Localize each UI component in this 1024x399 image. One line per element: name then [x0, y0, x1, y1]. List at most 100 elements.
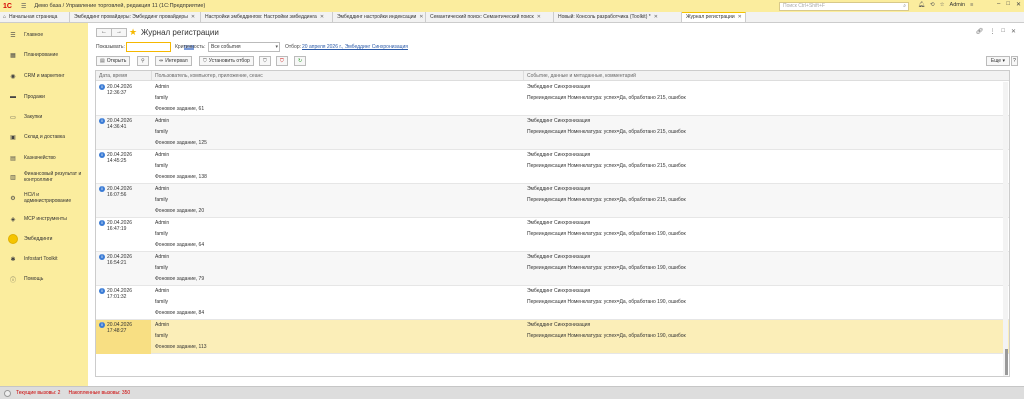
close-icon[interactable]: ✕ [1016, 1, 1021, 8]
column-header-event[interactable]: Событие, данные и метаданные, комментари… [527, 73, 636, 79]
treasury-icon: ▤ [10, 155, 16, 162]
interval-icon: ⇹ [159, 58, 164, 64]
user-cell: Admin [155, 254, 170, 260]
window-title: Демо база / Управление торговлей, редакц… [34, 3, 206, 9]
tab-embedding-providers[interactable]: Эмбеддинг провайдеры: Эмбеддинг провайде… [70, 12, 201, 22]
global-search-input[interactable]: Поиск Ctrl+Shift+F ⌕ [779, 2, 909, 11]
tab-label: Семантический поиск: Семантический поиск [430, 13, 534, 20]
link-icon[interactable]: 🔗︎ [976, 28, 984, 35]
current-user[interactable]: Admin [950, 2, 966, 8]
menu-icon[interactable]: ☰ [21, 3, 26, 10]
table-row-selected[interactable]: i 20.04.2026 17:48:27 Admin family Фоново… [96, 320, 1009, 354]
refresh-icon: ↻ [298, 58, 303, 64]
filter-by-value-button[interactable]: ⛉ [259, 56, 271, 66]
clear-filter-button[interactable]: ⛉ [276, 56, 288, 66]
sidebar-item-finance[interactable]: ▥ Финансовый результат и контроллинг [0, 168, 88, 186]
table-row[interactable]: i 20.04.2026 12:36:37 Admin family Фоново… [96, 82, 1009, 116]
refresh-button[interactable]: ↻ [294, 56, 306, 66]
sidebar-item-help[interactable]: ⓘ Помощь [0, 272, 88, 286]
set-filter-button-label: Установить отбор [208, 58, 250, 64]
interval-button[interactable]: ⇹ Интервал [155, 56, 192, 66]
session-cell: Фоновое задание, 84 [155, 310, 205, 316]
computer-cell: family [155, 129, 169, 135]
tab-indexing-settings[interactable]: Эмбеддинг настройки индексации ✕ [333, 12, 426, 22]
date-cell: i 20.04.2026 16:54:21 [96, 252, 151, 286]
interval-button-label: Интервал [165, 58, 188, 64]
comment-cell: Переиндексация Номенклатура: успех=Да, о… [527, 265, 686, 271]
close-tab-icon[interactable]: ✕ [419, 12, 423, 22]
close-tab-icon[interactable]: ✕ [654, 12, 658, 22]
history-icon[interactable]: ⟲ [930, 2, 935, 8]
maximize-icon[interactable]: □ [1006, 1, 1010, 8]
table-row[interactable]: i 20.04.2026 16:07:56 Admin family Фоново… [96, 184, 1009, 218]
sidebar-item-toolkit[interactable]: ✱ Infostart Toolkit [0, 252, 88, 266]
user-cell: Admin [155, 118, 170, 124]
tab-developer-console[interactable]: Новый: Консоль разработчика (Toolkit) * … [554, 12, 682, 22]
severity-value: Все события [211, 44, 241, 50]
star-icon[interactable]: ☆ [940, 2, 945, 8]
selection-link[interactable]: 20 апреля 2026 г., Эмбеддинг Синхронизац… [302, 44, 408, 50]
minimize-icon[interactable]: – [997, 1, 1000, 8]
help-button[interactable]: ? [1011, 56, 1018, 66]
set-filter-button[interactable]: ⛉ Установить отбор [199, 56, 254, 66]
tab-event-log[interactable]: Журнал регистрации ✕ [682, 12, 746, 22]
close-tab-icon[interactable]: ✕ [320, 12, 324, 22]
tab-semantic-search[interactable]: Семантический поиск: Семантический поиск… [426, 12, 554, 22]
global-search-placeholder: Поиск Ctrl+Shift+F [783, 3, 825, 9]
sidebar-item-planning[interactable]: ▦ Планирование [0, 48, 88, 62]
show-count-field[interactable]: 200 [126, 42, 194, 52]
sidebar-item-mcp[interactable]: ◈ MCP инструменты [0, 212, 88, 226]
sidebar-item-embeddings[interactable]: Эмбеддинги [0, 232, 88, 246]
column-header-user[interactable]: Пользователь, компьютер, приложение, сеа… [155, 73, 263, 79]
forward-button[interactable]: → [111, 28, 127, 37]
sidebar-item-warehouse[interactable]: ▣ Склад и доставка [0, 130, 88, 144]
close-tab-icon[interactable]: ✕ [191, 12, 195, 22]
bell-icon[interactable]: 🔔︎ [918, 2, 925, 8]
date-time: 20.04.2026 17:01:32 [107, 288, 133, 300]
open-button[interactable]: ▤ Открыть [96, 56, 131, 66]
sidebar-item-label: Продажи [24, 94, 45, 100]
sidebar-item-sales[interactable]: ▬ Продажи [0, 90, 88, 104]
expand-icon[interactable]: □ [1001, 28, 1005, 35]
scrollbar-thumb[interactable] [1005, 349, 1008, 375]
more-button-label: Еще [990, 58, 1002, 64]
vertical-scrollbar[interactable] [1003, 82, 1008, 376]
back-button[interactable]: ← [96, 28, 112, 37]
close-tab-icon[interactable]: ✕ [738, 13, 742, 22]
purchases-icon: ▭ [10, 114, 16, 121]
tab-label: Настройки эмбеддингов: Настройки эмбедди… [205, 13, 317, 20]
favorite-star-icon[interactable]: ★ [129, 27, 137, 37]
tab-embedding-settings[interactable]: Настройки эмбеддингов: Настройки эмбедди… [201, 12, 333, 22]
event-cell: Эмбеддинг Синхронизация [527, 220, 591, 226]
sidebar-item-treasury[interactable]: ▤ Казначейство [0, 151, 88, 165]
current-calls[interactable]: Текущие вызовы: 2 [16, 390, 60, 396]
sidebar-item-main[interactable]: ☰ Главное [0, 28, 88, 42]
more-icon[interactable]: ⋮ [989, 28, 995, 35]
user-cell: Admin [155, 186, 170, 192]
table-row[interactable]: i 20.04.2026 17:01:32 Admin family Фоново… [96, 286, 1009, 320]
sidebar-item-label: MCP инструменты [24, 216, 67, 222]
table-row[interactable]: i 20.04.2026 16:54:21 Admin family Фоново… [96, 252, 1009, 286]
admin-icon: ⚙ [10, 195, 16, 202]
sidebar-item-label: НСИ и администрирование [24, 192, 72, 204]
column-header-date[interactable]: Дата, время [99, 73, 127, 79]
settings-icon[interactable]: ≡ [970, 2, 973, 8]
table-row[interactable]: i 20.04.2026 16:47:19 Admin family Фоново… [96, 218, 1009, 252]
accumulated-calls[interactable]: Накопленные вызовы: 350 [68, 390, 130, 396]
date-time: 20.04.2026 16:54:21 [107, 254, 133, 266]
date-cell: i 20.04.2026 17:48:27 [96, 320, 151, 354]
sidebar-item-crm[interactable]: ◉ CRM и маркетинг [0, 69, 88, 83]
sidebar-item-purchases[interactable]: ▭ Закупки [0, 110, 88, 124]
date-cell: i 20.04.2026 14:36:41 [96, 116, 151, 150]
close-form-icon[interactable]: ✕ [1011, 28, 1016, 35]
sidebar-item-admin[interactable]: ⚙ НСИ и администрирование [0, 189, 88, 207]
user-cell: Admin [155, 288, 170, 294]
tab-home[interactable]: ⌂ Начальная страница [0, 12, 70, 22]
table-row[interactable]: i 20.04.2026 14:45:25 Admin family Фоново… [96, 150, 1009, 184]
find-button[interactable]: ⚲ [137, 56, 149, 66]
close-tab-icon[interactable]: ✕ [537, 12, 541, 22]
more-button[interactable]: Еще ▾ [985, 56, 1010, 66]
severity-select[interactable]: Все события ▾ [208, 42, 280, 52]
computer-cell: family [155, 197, 169, 203]
table-row[interactable]: i 20.04.2026 14:36:41 Admin family Фоново… [96, 116, 1009, 150]
